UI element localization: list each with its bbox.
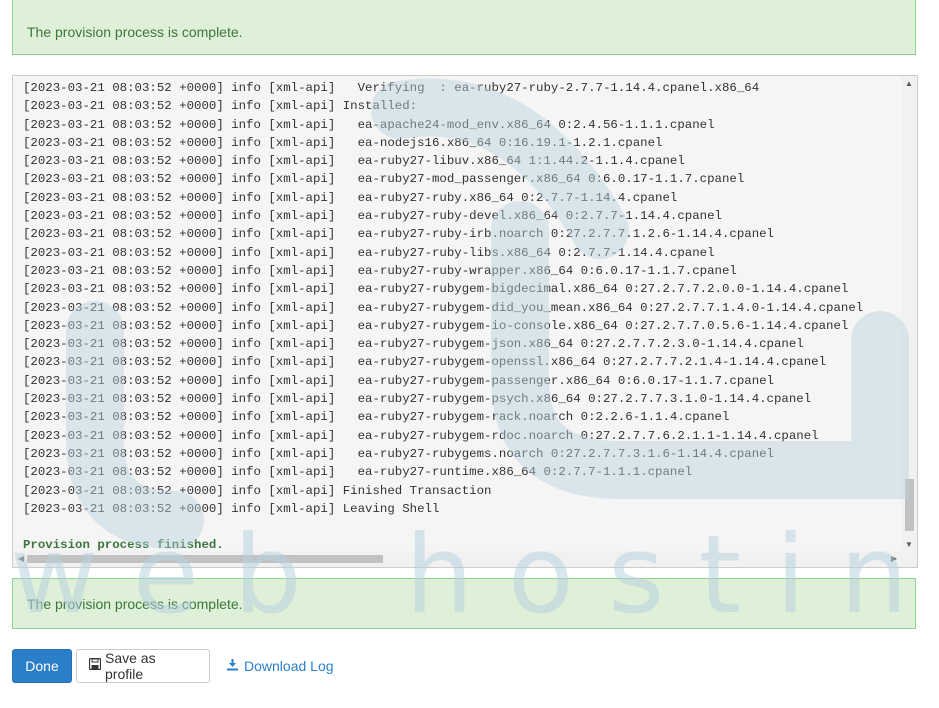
log-line: [2023-03-21 08:03:52 +0000] info [xml-ap… xyxy=(23,392,812,407)
log-line: [2023-03-21 08:03:52 +0000] info [xml-ap… xyxy=(23,172,745,187)
caret-up-icon[interactable]: ▲ xyxy=(901,77,917,91)
log-line: [2023-03-21 08:03:52 +0000] info [xml-ap… xyxy=(23,446,774,461)
log-line: [2023-03-21 08:03:52 +0000] info [xml-ap… xyxy=(23,117,715,132)
log-line: [2023-03-21 08:03:52 +0000] info [xml-ap… xyxy=(23,318,849,333)
vertical-scroll-thumb[interactable] xyxy=(905,479,914,531)
log-line: [2023-03-21 08:03:52 +0000] info [xml-ap… xyxy=(23,245,715,260)
log-spacer xyxy=(23,518,899,536)
download-log-label: Download Log xyxy=(244,657,334,674)
log-line: [2023-03-21 08:03:52 +0000] info [xml-ap… xyxy=(23,227,774,242)
log-line: [2023-03-21 08:03:52 +0000] info [xml-ap… xyxy=(23,337,804,352)
log-line: [2023-03-21 08:03:52 +0000] info [xml-ap… xyxy=(23,465,693,480)
log-line: [2023-03-21 08:03:52 +0000] info [xml-ap… xyxy=(23,428,819,443)
floppy-disk-icon xyxy=(88,657,102,673)
alert-message: The provision process is complete. xyxy=(27,23,243,40)
log-line: [2023-03-21 08:03:52 +0000] info [xml-ap… xyxy=(23,135,663,150)
log-line: [2023-03-21 08:03:52 +0000] info [xml-ap… xyxy=(23,190,678,205)
download-log-link[interactable]: Download Log xyxy=(226,658,334,674)
log-line: [2023-03-21 08:03:52 +0000] info [xml-ap… xyxy=(23,81,760,95)
save-as-profile-button[interactable]: Save as profile xyxy=(76,648,210,683)
horizontal-scroll-thumb[interactable] xyxy=(27,555,383,563)
log-line: [2023-03-21 08:03:52 +0000] info [xml-ap… xyxy=(23,483,492,498)
alert-message: The provision process is complete. xyxy=(27,595,243,612)
caret-right-icon[interactable]: ▶ xyxy=(887,551,901,567)
log-line: [2023-03-21 08:03:52 +0000] info [xml-ap… xyxy=(23,373,774,388)
log-line: [2023-03-21 08:03:52 +0000] info [xml-ap… xyxy=(23,263,737,278)
log-content: [2023-03-21 08:03:52 +0000] info [xml-ap… xyxy=(23,79,899,555)
caret-left-icon[interactable]: ◀ xyxy=(14,551,28,567)
download-icon xyxy=(226,658,239,674)
success-alert-top: The provision process is complete. xyxy=(12,0,916,55)
caret-down-icon[interactable]: ▼ xyxy=(901,538,917,552)
log-line: [2023-03-21 08:03:52 +0000] info [xml-ap… xyxy=(23,99,418,114)
provision-log-panel[interactable]: [2023-03-21 08:03:52 +0000] info [xml-ap… xyxy=(12,75,918,568)
success-alert-bottom: The provision process is complete. xyxy=(12,578,916,629)
vertical-scrollbar[interactable]: ▲ ▼ xyxy=(901,76,917,552)
log-line: [2023-03-21 08:03:52 +0000] info [xml-ap… xyxy=(23,209,722,224)
log-line: [2023-03-21 08:03:52 +0000] info [xml-ap… xyxy=(23,410,730,425)
log-line: [2023-03-21 08:03:52 +0000] info [xml-ap… xyxy=(23,501,440,516)
save-as-profile-label: Save as profile xyxy=(105,649,156,682)
done-button[interactable]: Done xyxy=(12,648,72,683)
log-line: [2023-03-21 08:03:52 +0000] info [xml-ap… xyxy=(23,300,864,315)
log-line: [2023-03-21 08:03:52 +0000] info [xml-ap… xyxy=(23,282,849,297)
horizontal-scrollbar[interactable]: ◀ ▶ xyxy=(13,551,917,567)
action-bar: Done Save as profile Download Log xyxy=(12,648,334,683)
log-line: [2023-03-21 08:03:52 +0000] info [xml-ap… xyxy=(23,355,827,370)
log-line: [2023-03-21 08:03:52 +0000] info [xml-ap… xyxy=(23,154,685,169)
